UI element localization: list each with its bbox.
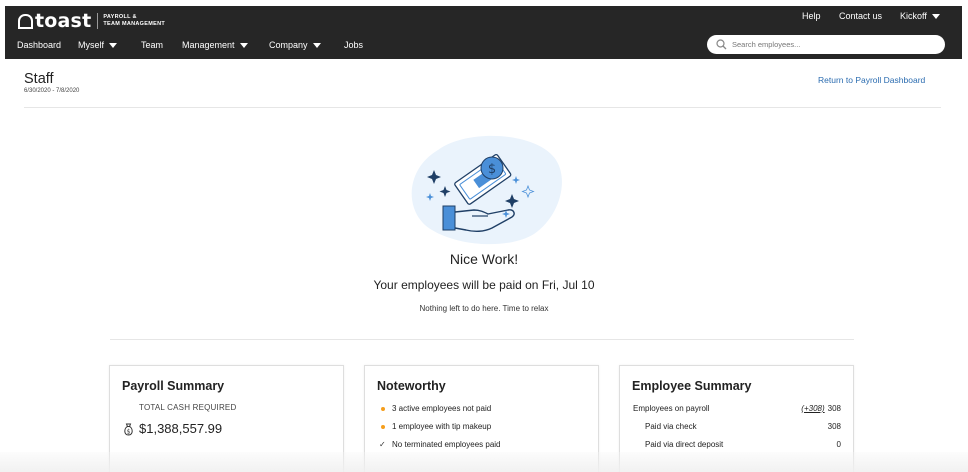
total-cash-required-label: TOTAL CASH REQUIRED xyxy=(139,403,237,412)
chevron-down-icon xyxy=(239,43,248,49)
card-title: Noteworthy xyxy=(377,379,446,393)
list-item: 1 employee with tip makeup xyxy=(379,422,491,431)
svg-text:$: $ xyxy=(488,162,496,177)
logo-wordmark: toast xyxy=(35,10,92,32)
total-cash-amount: $1,388,557.99 xyxy=(139,421,223,436)
list-item: 3 active employees not paid xyxy=(379,404,491,413)
toast-logo-mark-icon xyxy=(18,14,33,29)
chevron-down-icon xyxy=(312,43,321,49)
chevron-down-icon xyxy=(109,43,118,49)
paid-via-direct-deposit-label: Paid via direct deposit xyxy=(645,440,724,449)
warning-dot-icon xyxy=(381,424,385,429)
paid-via-check-value: 308 xyxy=(827,422,841,431)
account-menu[interactable]: Kickoff xyxy=(900,11,940,21)
nav-myself[interactable]: Myself xyxy=(78,40,118,50)
svg-text:$: $ xyxy=(127,429,131,436)
employees-on-payroll-count: 308 xyxy=(827,404,841,413)
chevron-down-icon xyxy=(931,14,940,20)
help-link[interactable]: Help xyxy=(802,11,821,21)
toast-logo[interactable]: toast PAYROLL & TEAM MANAGEMENT xyxy=(18,9,165,33)
card-title: Employee Summary xyxy=(632,379,752,393)
nav-management-label: Management xyxy=(182,40,235,50)
page-title: Staff xyxy=(24,71,54,87)
pay-date-message: Your employees will be paid on Fri, Jul … xyxy=(373,278,595,292)
bottom-fade xyxy=(0,452,968,472)
employee-delta-link[interactable]: (+308) xyxy=(801,404,824,413)
contact-us-link[interactable]: Contact us xyxy=(839,11,882,21)
list-item: ✓ No terminated employees paid xyxy=(379,440,501,449)
employees-on-payroll-label: Employees on payroll xyxy=(633,404,710,413)
nav-myself-label: Myself xyxy=(78,40,105,50)
return-to-payroll-dashboard-link[interactable]: Return to Payroll Dashboard xyxy=(818,75,925,85)
nav-company-label: Company xyxy=(269,40,308,50)
search-input[interactable] xyxy=(732,40,932,49)
logo-subtitle: PAYROLL & TEAM MANAGEMENT xyxy=(103,14,165,28)
payday-illustration: $ xyxy=(398,130,568,248)
nav-team[interactable]: Team xyxy=(141,40,163,50)
search-icon xyxy=(716,39,727,50)
divider xyxy=(110,339,854,340)
paid-via-direct-deposit-value: 0 xyxy=(836,440,841,449)
paid-via-check-label: Paid via check xyxy=(645,422,697,431)
nav-company[interactable]: Company xyxy=(269,40,321,50)
divider xyxy=(24,107,941,108)
account-name: Kickoff xyxy=(900,11,927,21)
pay-period-dates: 6/30/2020 - 7/8/2020 xyxy=(24,88,80,94)
nav-management[interactable]: Management xyxy=(182,40,248,50)
relax-note: Nothing left to do here. Time to relax xyxy=(419,304,549,313)
list-item-text: 3 active employees not paid xyxy=(392,404,492,413)
employee-search[interactable] xyxy=(707,35,945,54)
logo-divider xyxy=(97,13,99,29)
logo-subtitle-line2: TEAM MANAGEMENT xyxy=(103,21,165,27)
warning-dot-icon xyxy=(381,406,385,411)
money-bag-icon: $ xyxy=(123,423,134,436)
card-title: Payroll Summary xyxy=(122,379,225,393)
nav-jobs[interactable]: Jobs xyxy=(344,40,363,50)
list-item-text: 1 employee with tip makeup xyxy=(392,422,492,431)
success-title: Nice Work! xyxy=(449,251,519,267)
logo-subtitle-line1: PAYROLL & xyxy=(103,14,137,20)
list-item-text: No terminated employees paid xyxy=(392,440,501,449)
employees-on-payroll-value: (+308) 308 xyxy=(801,404,841,413)
checkmark-icon: ✓ xyxy=(379,440,386,449)
nav-dashboard[interactable]: Dashboard xyxy=(17,40,61,50)
